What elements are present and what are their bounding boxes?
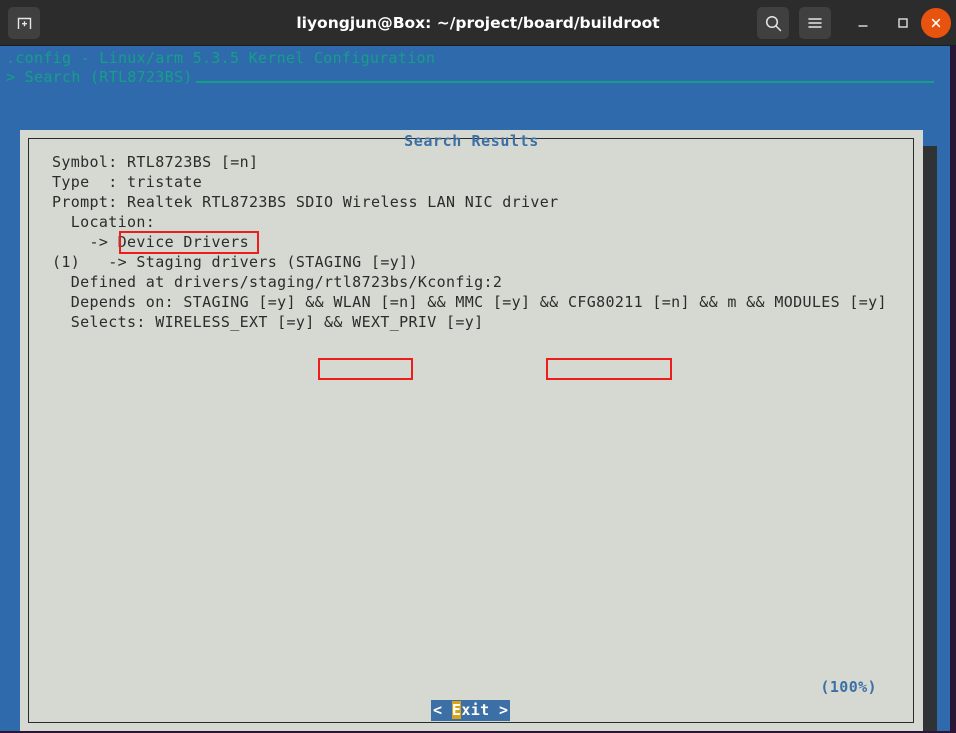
new-tab-icon[interactable] bbox=[8, 7, 40, 39]
exit-button[interactable]: < Exit > bbox=[431, 700, 511, 721]
maximize-glyph bbox=[898, 18, 908, 28]
result-line: Selects: WIRELESS_EXT [=y] && WEXT_PRIV … bbox=[52, 313, 484, 331]
window-titlebar: liyongjun@Box: ~/project/board/buildroot bbox=[0, 0, 956, 46]
close-icon[interactable] bbox=[921, 8, 951, 38]
result-line: Symbol: RTL8723BS [=n] bbox=[52, 153, 259, 171]
search-results-text: Symbol: RTL8723BS [=n] Type : tristate P… bbox=[52, 152, 902, 332]
result-line: Location: bbox=[52, 213, 156, 231]
menuconfig-breadcrumb: > Search (RTL8723BS) bbox=[6, 68, 193, 86]
maximize-icon[interactable] bbox=[887, 7, 919, 39]
window-right-edge bbox=[950, 46, 956, 733]
search-icon[interactable] bbox=[757, 7, 789, 39]
exit-left-bracket: < bbox=[433, 701, 452, 719]
result-line: (1) -> Staging drivers (STAGING [=y]) bbox=[52, 253, 418, 271]
breadcrumb-rule bbox=[196, 81, 934, 83]
highlight-wlan-box bbox=[318, 358, 413, 380]
terminal-content: .config - Linux/arm 5.3.5 Kernel Configu… bbox=[0, 46, 956, 733]
result-line: Prompt: Realtek RTL8723BS SDIO Wireless … bbox=[52, 193, 559, 211]
result-line: Type : tristate bbox=[52, 173, 203, 191]
minimize-icon[interactable] bbox=[847, 7, 879, 39]
search-results-dialog: Search Results Symbol: RTL8723BS [=n] Ty… bbox=[20, 130, 923, 732]
search-glyph bbox=[765, 15, 781, 31]
hamburger-glyph bbox=[808, 18, 822, 28]
exit-label-rest: xit > bbox=[461, 701, 509, 719]
menuconfig-header-title: .config - Linux/arm 5.3.5 Kernel Configu… bbox=[6, 49, 436, 67]
minimize-glyph bbox=[858, 25, 868, 27]
result-line: Depends on: STAGING [=y] && WLAN [=n] &&… bbox=[52, 293, 887, 311]
close-glyph bbox=[931, 18, 941, 28]
scroll-percentage: (100%) bbox=[820, 678, 877, 696]
hamburger-menu-icon[interactable] bbox=[799, 7, 831, 39]
exit-accelerator-key: E bbox=[451, 701, 462, 719]
result-line: -> Device Drivers bbox=[52, 233, 249, 251]
dialog-title: Search Results bbox=[404, 132, 539, 150]
new-tab-glyph bbox=[17, 17, 31, 29]
highlight-cfg80211-box bbox=[546, 358, 672, 380]
terminal-window: liyongjun@Box: ~/project/board/buildroot… bbox=[0, 0, 956, 733]
result-line: Defined at drivers/staging/rtl8723bs/Kco… bbox=[52, 273, 503, 291]
